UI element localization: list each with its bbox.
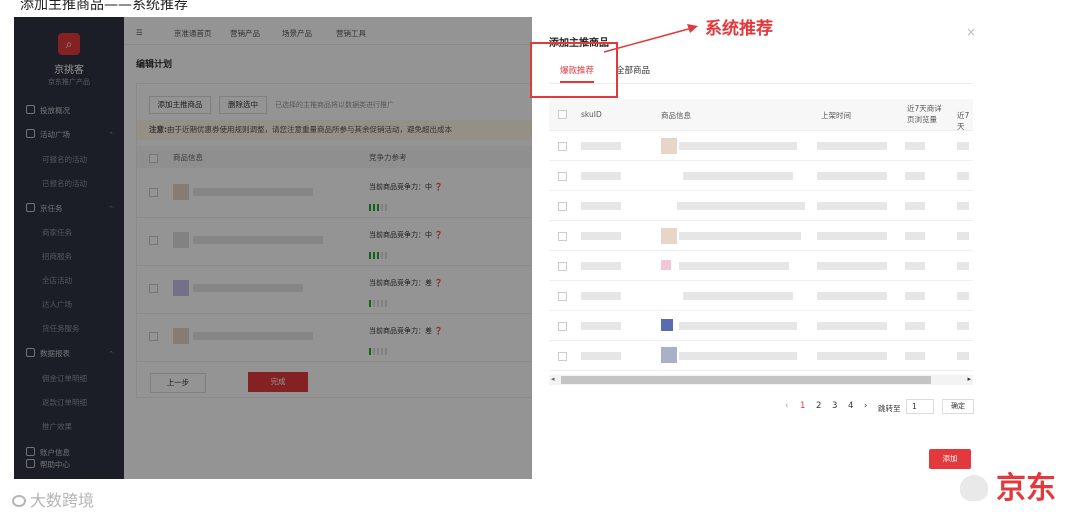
page-3[interactable]: 3 [832,401,837,411]
row-checkbox[interactable] [558,202,567,211]
pagination-prev[interactable]: ‹ [785,401,788,411]
jump-page-input[interactable]: 1 [906,399,934,414]
table-row [549,221,973,251]
modal-overlay[interactable] [14,17,532,479]
table-row [549,251,973,281]
row-checkbox[interactable] [558,352,567,361]
table-row [549,281,973,311]
row-checkbox[interactable] [558,172,567,181]
page-1[interactable]: 1 [800,401,805,411]
jd-mascot-icon [960,475,988,501]
background-app: ⌕ 京挑客 京东推广产品 投放概况 活动广场 ⌃ 可报名的活动 已报名的活动 京… [14,17,532,479]
jump-confirm-button[interactable]: 确定 [942,399,974,414]
scroll-left-icon[interactable]: ◂ [551,375,555,383]
product-table-header: skuID 商品信息 上架时间 近7天商详页浏览量 近7天 [549,99,973,131]
annotation-arrow [603,24,698,53]
row-checkbox[interactable] [558,232,567,241]
col-product-info: 商品信息 [661,111,691,120]
col-skuid: skuID [581,110,602,119]
row-checkbox[interactable] [558,142,567,151]
table-row [549,161,973,191]
annotation-label: 系统推荐 [705,19,773,39]
scrollbar-thumb[interactable] [561,376,931,384]
row-checkbox[interactable] [558,262,567,271]
jd-logo: 京东 [996,471,1056,506]
col-7day-more: 近7天 [957,111,970,131]
watermark-left: 大数跨境 [12,487,94,511]
col-listing-time: 上架时间 [821,111,851,120]
tab-all-products[interactable]: 全部商品 [616,64,650,76]
top-caption-text: 添加主推商品——系统推荐 [20,0,188,13]
scroll-right-icon[interactable]: ▸ [967,375,971,383]
table-row [549,131,973,161]
page-4[interactable]: 4 [848,401,853,411]
table-row [549,341,973,371]
watermark-logo-icon [12,495,26,507]
row-checkbox[interactable] [558,322,567,331]
col-7day-views: 近7天商详页浏览量 [907,104,942,124]
table-row [549,311,973,341]
select-all-checkbox[interactable] [558,110,567,119]
row-checkbox[interactable] [558,292,567,301]
table-row [549,191,973,221]
close-icon[interactable]: × [966,25,976,39]
pagination-next[interactable]: › [864,401,867,411]
jump-label: 跳转至 [878,404,901,413]
page-2[interactable]: 2 [816,401,821,411]
top-caption: 添加主推商品——系统推荐 [0,0,1080,14]
add-button[interactable]: 添加 [929,449,971,469]
horizontal-scrollbar[interactable]: ◂ ▸ [549,375,973,385]
